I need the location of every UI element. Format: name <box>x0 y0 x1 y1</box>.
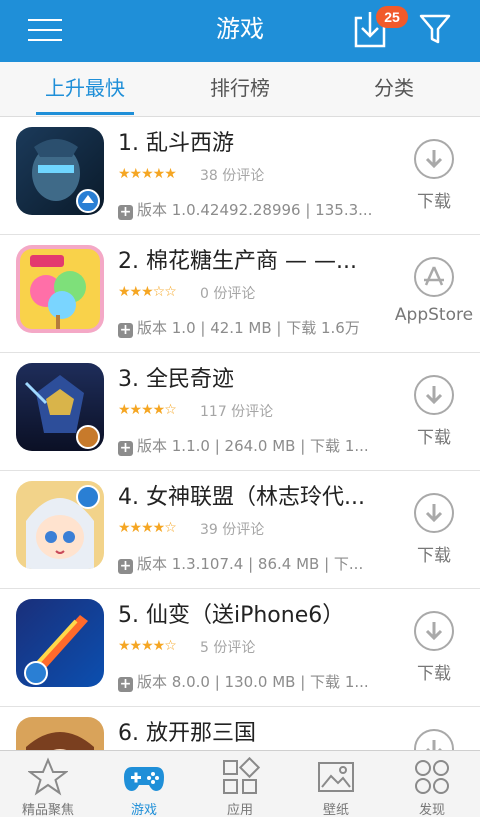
app-meta: + 版本 1.0 | 42.1 MB | 下载 1.6万 <box>118 317 388 338</box>
wallpaper-icon <box>318 762 354 792</box>
app-name[interactable]: 1. 乱斗西游 <box>118 125 386 157</box>
nav-label: 发现 <box>418 803 445 817</box>
download-button[interactable]: 下载 <box>388 611 480 684</box>
tab-bar: 上升最快 排行榜 分类 <box>0 62 480 117</box>
active-tab-indicator <box>36 112 134 115</box>
app-icon[interactable] <box>16 127 104 215</box>
plus-icon: + <box>118 440 133 456</box>
app-name[interactable]: 5. 仙变（送iPhone6） <box>118 597 386 629</box>
list-item[interactable]: 5. 仙变（送iPhone6） ★★★★☆ 5 份评论 + 版本 8.0.0 | … <box>0 589 480 707</box>
app-meta-text: 版本 1.3.107.4 | 86.4 MB | 下... <box>137 555 364 573</box>
nav-label: 游戏 <box>130 803 157 817</box>
gamepad-icon <box>124 767 164 791</box>
list-item[interactable]: 2. 棉花糖生产商 — —... ★★★☆☆ 0 份评论 + 版本 1.0 | 4… <box>0 235 480 353</box>
review-count: 5 份评论 <box>200 640 256 656</box>
download-icon <box>414 139 454 179</box>
appstore-label: AppStore <box>394 305 474 325</box>
appstore-icon <box>414 257 454 297</box>
nav-apps[interactable]: 应用 <box>192 751 288 817</box>
app-meta-text: 版本 1.0 | 42.1 MB | 下载 1.6万 <box>137 319 360 337</box>
nav-wallpaper[interactable]: 壁纸 <box>288 751 384 817</box>
filter-icon[interactable] <box>418 12 452 46</box>
tab-category[interactable]: 分类 <box>338 62 450 117</box>
download-label: 下载 <box>417 192 451 212</box>
bottom-nav: 精品聚焦 游戏 应用 壁纸 发现 <box>0 750 480 817</box>
review-count: 0 份评论 <box>200 286 256 302</box>
app-icon[interactable] <box>16 245 104 333</box>
download-icon <box>414 729 454 750</box>
download-icon <box>414 611 454 651</box>
app-name[interactable]: 6. 放开那三国 <box>118 715 386 747</box>
rating-stars: ★★★★★ <box>118 165 177 181</box>
download-button[interactable]: 下载 <box>388 375 480 448</box>
app-meta-text: 版本 8.0.0 | 130.0 MB | 下载 1... <box>137 673 369 691</box>
tab-rising[interactable]: 上升最快 <box>28 62 142 117</box>
tab-label: 排行榜 <box>210 76 270 100</box>
plus-icon: + <box>118 204 133 220</box>
download-count-badge: 25 <box>376 6 408 28</box>
app-meta: + 版本 1.0.42492.28996 | 135.3... <box>118 199 388 220</box>
rating-stars: ★★★★☆ <box>118 637 177 653</box>
review-count: 39 份评论 <box>200 522 265 538</box>
app-list[interactable]: 1. 乱斗西游 ★★★★★ 38 份评论 + 版本 1.0.42492.28996… <box>0 117 480 750</box>
appstore-button[interactable]: AppStore <box>388 257 480 325</box>
tab-label: 上升最快 <box>45 76 125 100</box>
nav-label: 精品聚焦 <box>21 803 74 817</box>
plus-icon: + <box>118 558 133 574</box>
nav-games[interactable]: 游戏 <box>96 751 192 817</box>
rating-stars: ★★★★☆ <box>118 401 177 417</box>
nav-featured[interactable]: 精品聚焦 <box>0 751 96 817</box>
app-icon[interactable] <box>16 481 104 569</box>
app-meta-text: 版本 1.1.0 | 264.0 MB | 下载 1... <box>137 437 369 455</box>
tab-label: 分类 <box>374 76 414 100</box>
app-icon[interactable] <box>16 717 104 750</box>
download-button[interactable]: 下载 <box>388 493 480 566</box>
app-name[interactable]: 4. 女神联盟（林志玲代... <box>118 479 386 511</box>
list-item[interactable]: 6. 放开那三国 <box>0 707 480 750</box>
top-bar: 游戏 25 <box>0 0 480 62</box>
app-icon[interactable] <box>16 363 104 451</box>
plus-icon: + <box>118 676 133 692</box>
download-label: 下载 <box>417 664 451 684</box>
download-label: 下载 <box>417 428 451 448</box>
review-count: 117 份评论 <box>200 404 274 420</box>
list-item[interactable]: 3. 全民奇迹 ★★★★☆ 117 份评论 + 版本 1.1.0 | 264.0 … <box>0 353 480 471</box>
list-item[interactable]: 1. 乱斗西游 ★★★★★ 38 份评论 + 版本 1.0.42492.28996… <box>0 117 480 235</box>
plus-icon: + <box>118 322 133 338</box>
download-label: 下载 <box>417 546 451 566</box>
download-icon <box>414 493 454 533</box>
rating-stars: ★★★★☆ <box>118 519 177 535</box>
apps-icon <box>223 757 260 794</box>
app-name[interactable]: 2. 棉花糖生产商 — —... <box>118 243 386 275</box>
list-item[interactable]: 4. 女神联盟（林志玲代... ★★★★☆ 39 份评论 + 版本 1.3.107… <box>0 471 480 589</box>
app-meta: + 版本 1.3.107.4 | 86.4 MB | 下... <box>118 553 388 574</box>
review-count: 38 份评论 <box>200 168 265 184</box>
page-title: 游戏 <box>216 15 264 43</box>
nav-label: 应用 <box>226 803 253 817</box>
star-icon <box>28 757 68 796</box>
download-icon <box>414 375 454 415</box>
app-meta: + 版本 8.0.0 | 130.0 MB | 下载 1... <box>118 671 388 692</box>
tab-ranking[interactable]: 排行榜 <box>180 62 300 117</box>
app-icon[interactable] <box>16 599 104 687</box>
nav-label: 壁纸 <box>322 803 349 817</box>
download-button[interactable]: 下载 <box>388 139 480 212</box>
download-button[interactable] <box>388 729 480 750</box>
discover-icon <box>415 760 449 794</box>
rating-stars: ★★★☆☆ <box>118 283 177 299</box>
nav-discover[interactable]: 发现 <box>384 751 480 817</box>
app-meta: + 版本 1.1.0 | 264.0 MB | 下载 1... <box>118 435 388 456</box>
app-meta-text: 版本 1.0.42492.28996 | 135.3... <box>137 201 373 219</box>
app-name[interactable]: 3. 全民奇迹 <box>118 361 386 393</box>
